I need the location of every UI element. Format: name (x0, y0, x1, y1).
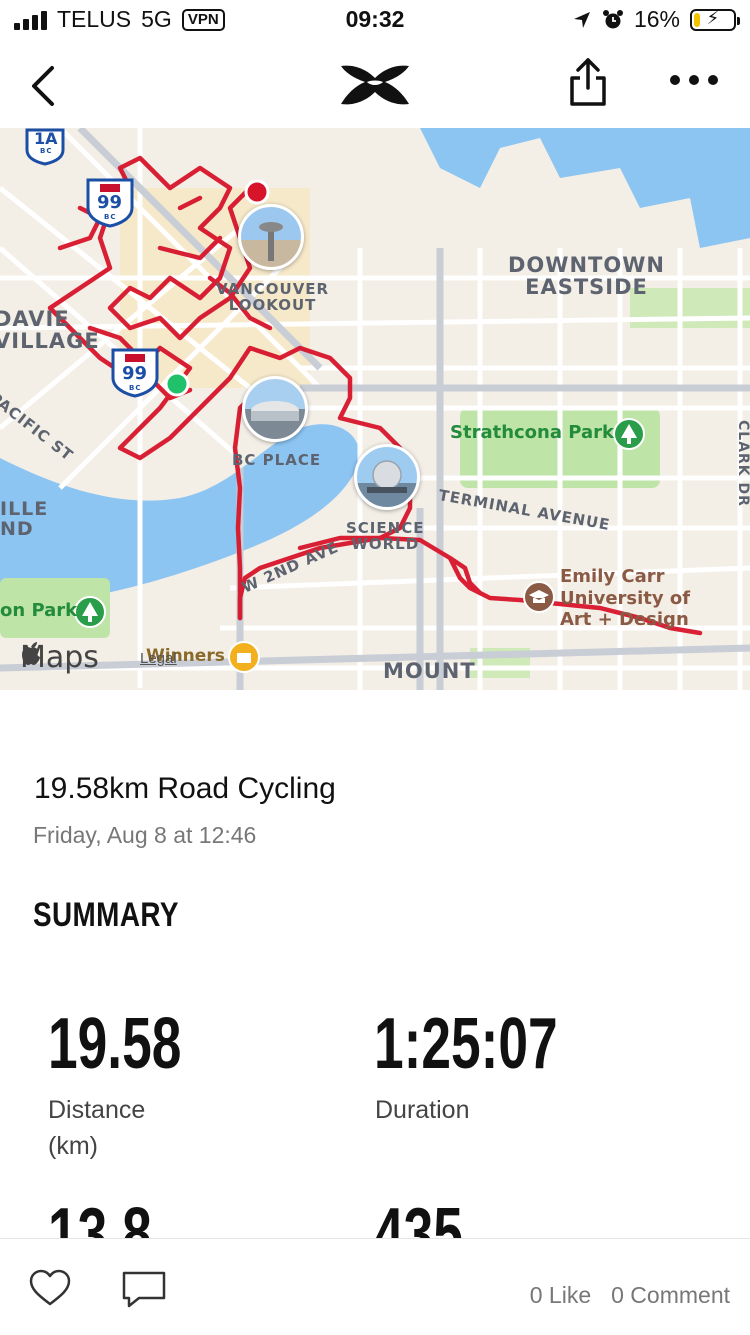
burrard-inlet-water (300, 128, 750, 248)
legal-link[interactable]: Legal (140, 650, 177, 667)
more-icon[interactable] (668, 70, 720, 90)
highway-1a-label: 1A (34, 129, 58, 148)
vancouver-lookout-photo[interactable] (238, 204, 304, 270)
battery-percent: 16% (633, 6, 680, 32)
map-label-science-world: SCIENCE WORLD (346, 519, 425, 553)
stat-duration-value: 1:25:07 (374, 1004, 558, 1084)
highway-bc-label-a: BC (40, 147, 53, 155)
location-arrow-icon (573, 11, 590, 28)
highway-99-label-a: 99 (97, 192, 123, 213)
university-pin (523, 581, 555, 613)
park-pin-left (74, 596, 106, 628)
route-start-marker (164, 371, 190, 397)
highway-bc-label-b: BC (104, 213, 117, 221)
comment-icon[interactable] (121, 1270, 167, 1310)
social-counts: 0 Like 0 Comment (530, 1282, 730, 1309)
battery-icon: ⚡ (690, 7, 740, 31)
nav-bar (0, 40, 750, 128)
map-label-bc-place: BC PLACE (232, 451, 322, 469)
map-label-vancouver-lookout: VANCOUVER LOOKOUT (216, 280, 330, 314)
chevron-left-icon[interactable] (24, 64, 64, 108)
map-label-park-fragment: on Park (0, 600, 78, 621)
map-label-strathcona-park: Strathcona Park (450, 422, 614, 443)
status-right: 16% ⚡ (572, 6, 740, 33)
map-label-emily-carr: Emily Carr University of Art + Design (560, 566, 691, 631)
alarm-icon (602, 9, 623, 28)
status-bar: TELUS 5G VPN 09:32 16% ⚡ (0, 0, 750, 40)
route-end-marker (244, 179, 270, 205)
stat-duration-label: Duration (375, 1096, 470, 1124)
apple-logo-icon (22, 642, 40, 665)
map-label-downtown-eastside: DOWNTOWN EASTSIDE (508, 253, 665, 300)
heart-icon[interactable] (28, 1268, 72, 1308)
under-armour-logo (341, 65, 409, 105)
apple-maps-brand: Maps (20, 640, 99, 675)
comment-count[interactable]: 0 Comment (611, 1282, 730, 1309)
highway-bc-label-c: BC (129, 384, 142, 392)
map-label-mount: MOUNT (383, 659, 476, 683)
science-world-photo[interactable] (354, 444, 420, 510)
charging-bolt-icon: ⚡ (706, 7, 720, 28)
activity-date: Friday, Aug 8 at 12:46 (33, 822, 257, 848)
bc-place-photo[interactable] (242, 376, 308, 442)
route-map[interactable]: DOWNTOWN EASTSIDE VANCOUVER LOOKOUT BC P… (0, 128, 750, 690)
stat-distance-label: Distance (km) (48, 1096, 146, 1160)
map-label-clark-dr: CLARK DR (735, 420, 750, 507)
activity-title: 19.58km Road Cycling (34, 772, 336, 805)
map-label-davie-village: DAVIE VILLAGE (0, 307, 100, 354)
map-label-ille-fragment: ILLE ND (0, 498, 49, 540)
highway-99-label-b: 99 (122, 363, 148, 384)
stat-distance-value: 19.58 (48, 1004, 182, 1084)
shopping-pin (228, 641, 260, 673)
summary-heading: SUMMARY (33, 896, 179, 934)
like-count[interactable]: 0 Like (530, 1282, 591, 1309)
park-pin-strathcona (613, 418, 645, 450)
share-icon[interactable] (566, 56, 610, 108)
